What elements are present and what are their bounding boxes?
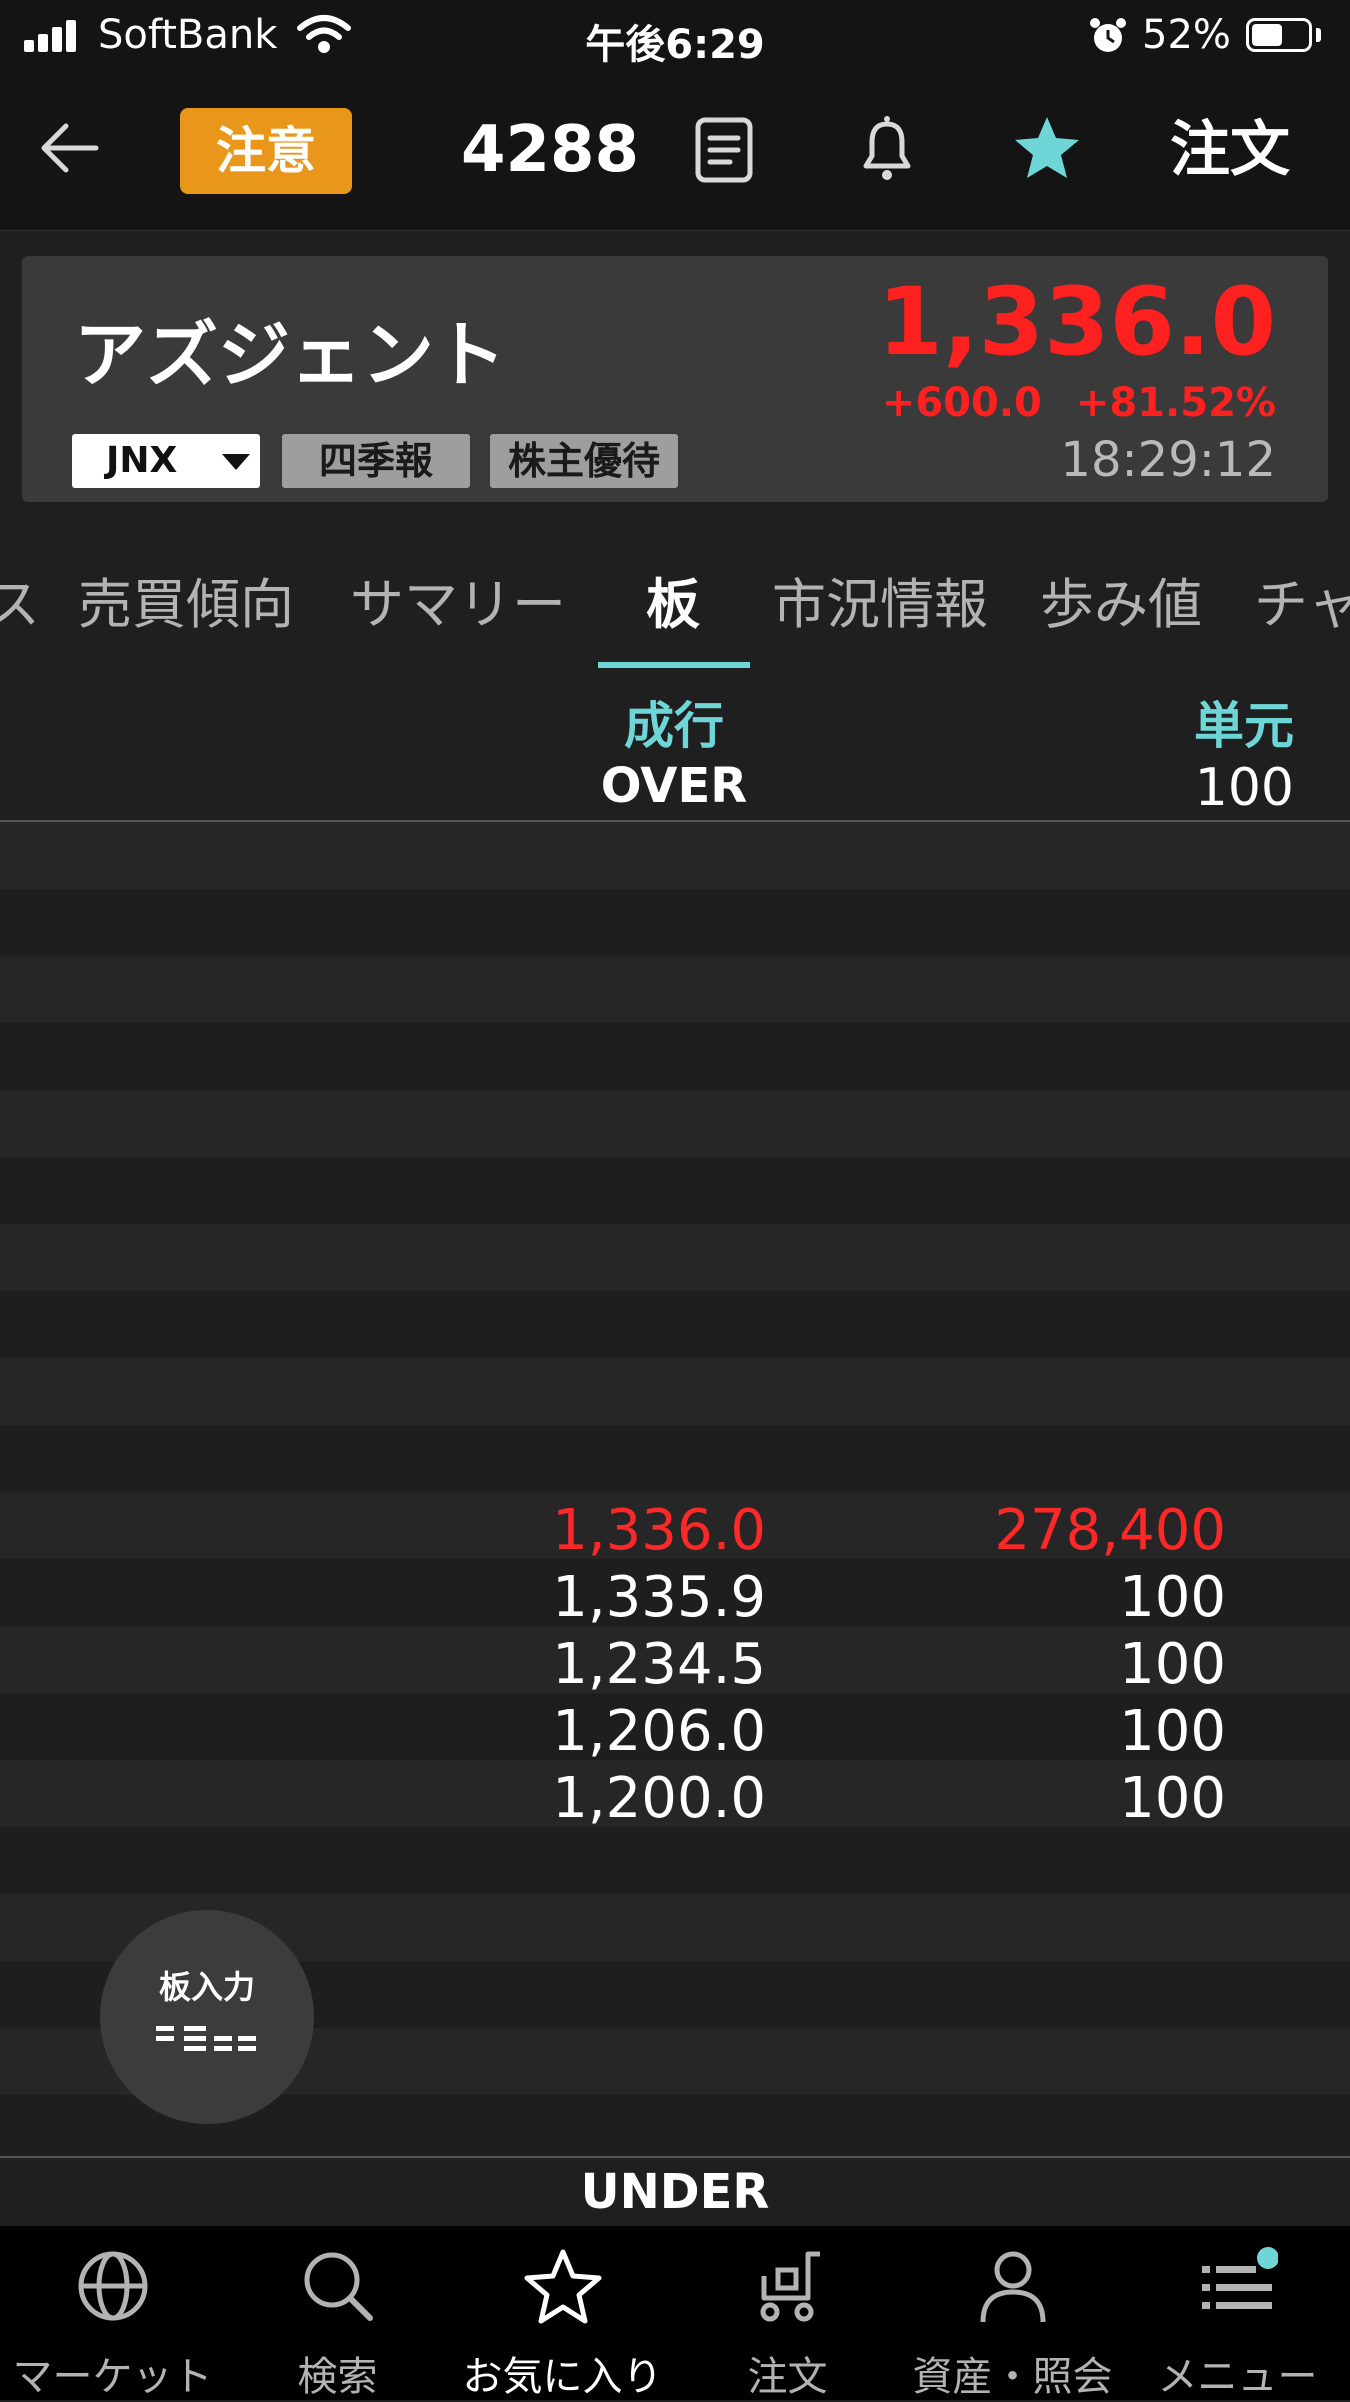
board-row[interactable]: 1,206.0 100 bbox=[0, 1693, 1350, 1764]
board-price: 1,200.0 bbox=[552, 1766, 766, 1831]
board-row[interactable]: 1,200.0 100 bbox=[0, 1760, 1350, 1831]
tabbar-menu[interactable]: メニュー bbox=[1125, 2226, 1350, 2400]
board-price: 1,336.0 bbox=[552, 1498, 766, 1563]
document-icon[interactable] bbox=[692, 116, 756, 188]
board-row[interactable] bbox=[0, 889, 1350, 956]
board-quantity: 100 bbox=[1119, 1766, 1226, 1831]
board-row[interactable] bbox=[0, 1157, 1350, 1224]
search-icon bbox=[225, 2246, 450, 2326]
board-row[interactable]: 1,335.9 100 bbox=[0, 1559, 1350, 1630]
caution-badge: 注意 bbox=[180, 108, 352, 194]
tab-news[interactable]: ス bbox=[0, 560, 40, 639]
board-row[interactable] bbox=[0, 1224, 1350, 1291]
tab-ticks[interactable]: 歩み値 bbox=[1040, 560, 1202, 639]
star-outline-icon bbox=[450, 2246, 675, 2326]
board-price: 1,206.0 bbox=[552, 1699, 766, 1764]
market-value: JNX bbox=[106, 440, 178, 481]
board-price: 1,335.9 bbox=[552, 1565, 766, 1630]
change-value: +600.0 bbox=[881, 380, 1042, 426]
stock-header-card: アズジェント 1,336.0 +600.0 +81.52% 18:29:12 JN… bbox=[22, 256, 1328, 502]
tabbar-label: メニュー bbox=[1157, 2354, 1318, 2400]
shikiho-button[interactable]: 四季報 bbox=[282, 434, 470, 488]
shareholder-benefit-button[interactable]: 株主優待 bbox=[490, 434, 678, 488]
board-quantity: 100 bbox=[1119, 1699, 1226, 1764]
board-row[interactable] bbox=[0, 1291, 1350, 1358]
board-input-label: 板入力 bbox=[158, 1968, 255, 2006]
battery-cap bbox=[1316, 28, 1321, 42]
market-order-label: 成行 bbox=[624, 697, 724, 755]
board-row[interactable] bbox=[0, 1090, 1350, 1157]
tabbar-search[interactable]: 検索 bbox=[225, 2226, 450, 2400]
price-change: +600.0 +81.52% bbox=[848, 380, 1276, 426]
board-row[interactable]: 1,234.5 100 bbox=[0, 1626, 1350, 1697]
globe-icon bbox=[0, 2246, 225, 2326]
tabbar-market[interactable]: マーケット bbox=[0, 2226, 225, 2400]
list-lines-icon bbox=[156, 2022, 258, 2066]
order-button[interactable]: 注文 bbox=[1170, 102, 1290, 198]
section-tabs: ス 売買傾向 サマリー 板 市況情報 歩み値 チャ bbox=[0, 530, 1350, 670]
tabbar-assets[interactable]: 資産・照会 bbox=[900, 2226, 1125, 2400]
current-price: 1,336.0 bbox=[877, 268, 1276, 377]
active-tab-indicator bbox=[598, 662, 750, 668]
board-header: 成行 OVER 単元 100 bbox=[0, 670, 1350, 822]
tab-trend[interactable]: 売買傾向 bbox=[78, 560, 294, 639]
favorite-star-icon[interactable] bbox=[1012, 112, 1082, 186]
back-arrow-icon[interactable] bbox=[36, 118, 102, 182]
board-row[interactable] bbox=[0, 1023, 1350, 1090]
person-icon bbox=[900, 2246, 1125, 2326]
price-time: 18:29:12 bbox=[1060, 432, 1276, 488]
tab-chart[interactable]: チャ bbox=[1254, 560, 1350, 639]
stock-name: アズジェント bbox=[74, 313, 507, 397]
menu-icon bbox=[1125, 2246, 1350, 2326]
board-input-button[interactable]: 板入力 bbox=[100, 1910, 314, 2124]
board-row[interactable] bbox=[0, 822, 1350, 889]
status-bar: SoftBank 午後6:29 52% bbox=[0, 0, 1350, 72]
tab-board[interactable]: 板 bbox=[646, 560, 700, 639]
bell-icon[interactable] bbox=[854, 112, 920, 190]
under-label: UNDER bbox=[580, 2164, 770, 2220]
board-row[interactable]: 1,336.0 278,400 bbox=[0, 1492, 1350, 1563]
tab-market-info[interactable]: 市況情報 bbox=[772, 560, 988, 639]
caret-down-icon bbox=[222, 454, 250, 470]
board-quantity: 100 bbox=[1119, 1565, 1226, 1630]
board-row[interactable] bbox=[0, 1827, 1350, 1894]
under-row: UNDER bbox=[0, 2156, 1350, 2228]
battery-icon bbox=[1246, 18, 1312, 52]
nav-bar: 注意 4288 注文 bbox=[0, 72, 1350, 231]
over-label: OVER bbox=[600, 758, 748, 814]
board-row[interactable] bbox=[0, 1358, 1350, 1425]
alarm-icon bbox=[1088, 16, 1128, 60]
unit-label: 単元 bbox=[1194, 697, 1294, 755]
battery-percent: 52% bbox=[1142, 12, 1231, 58]
board-quantity: 278,400 bbox=[994, 1498, 1226, 1563]
board-row[interactable] bbox=[0, 1425, 1350, 1492]
board-quantity: 100 bbox=[1119, 1632, 1226, 1697]
tabbar-order[interactable]: 注文 bbox=[675, 2226, 900, 2400]
unit-value: 100 bbox=[1194, 758, 1294, 818]
stock-code: 4288 bbox=[460, 113, 640, 187]
board-row[interactable] bbox=[0, 956, 1350, 1023]
tab-summary[interactable]: サマリー bbox=[350, 560, 566, 639]
market-select[interactable]: JNX bbox=[72, 434, 260, 488]
board-price: 1,234.5 bbox=[552, 1632, 766, 1697]
bottom-tab-bar: マーケット 検索 お気に入り 注文 資産・照会 メニュー bbox=[0, 2226, 1350, 2400]
change-percent: +81.52% bbox=[1075, 380, 1276, 426]
cart-icon bbox=[675, 2246, 900, 2326]
tabbar-favorites[interactable]: お気に入り bbox=[450, 2226, 675, 2400]
